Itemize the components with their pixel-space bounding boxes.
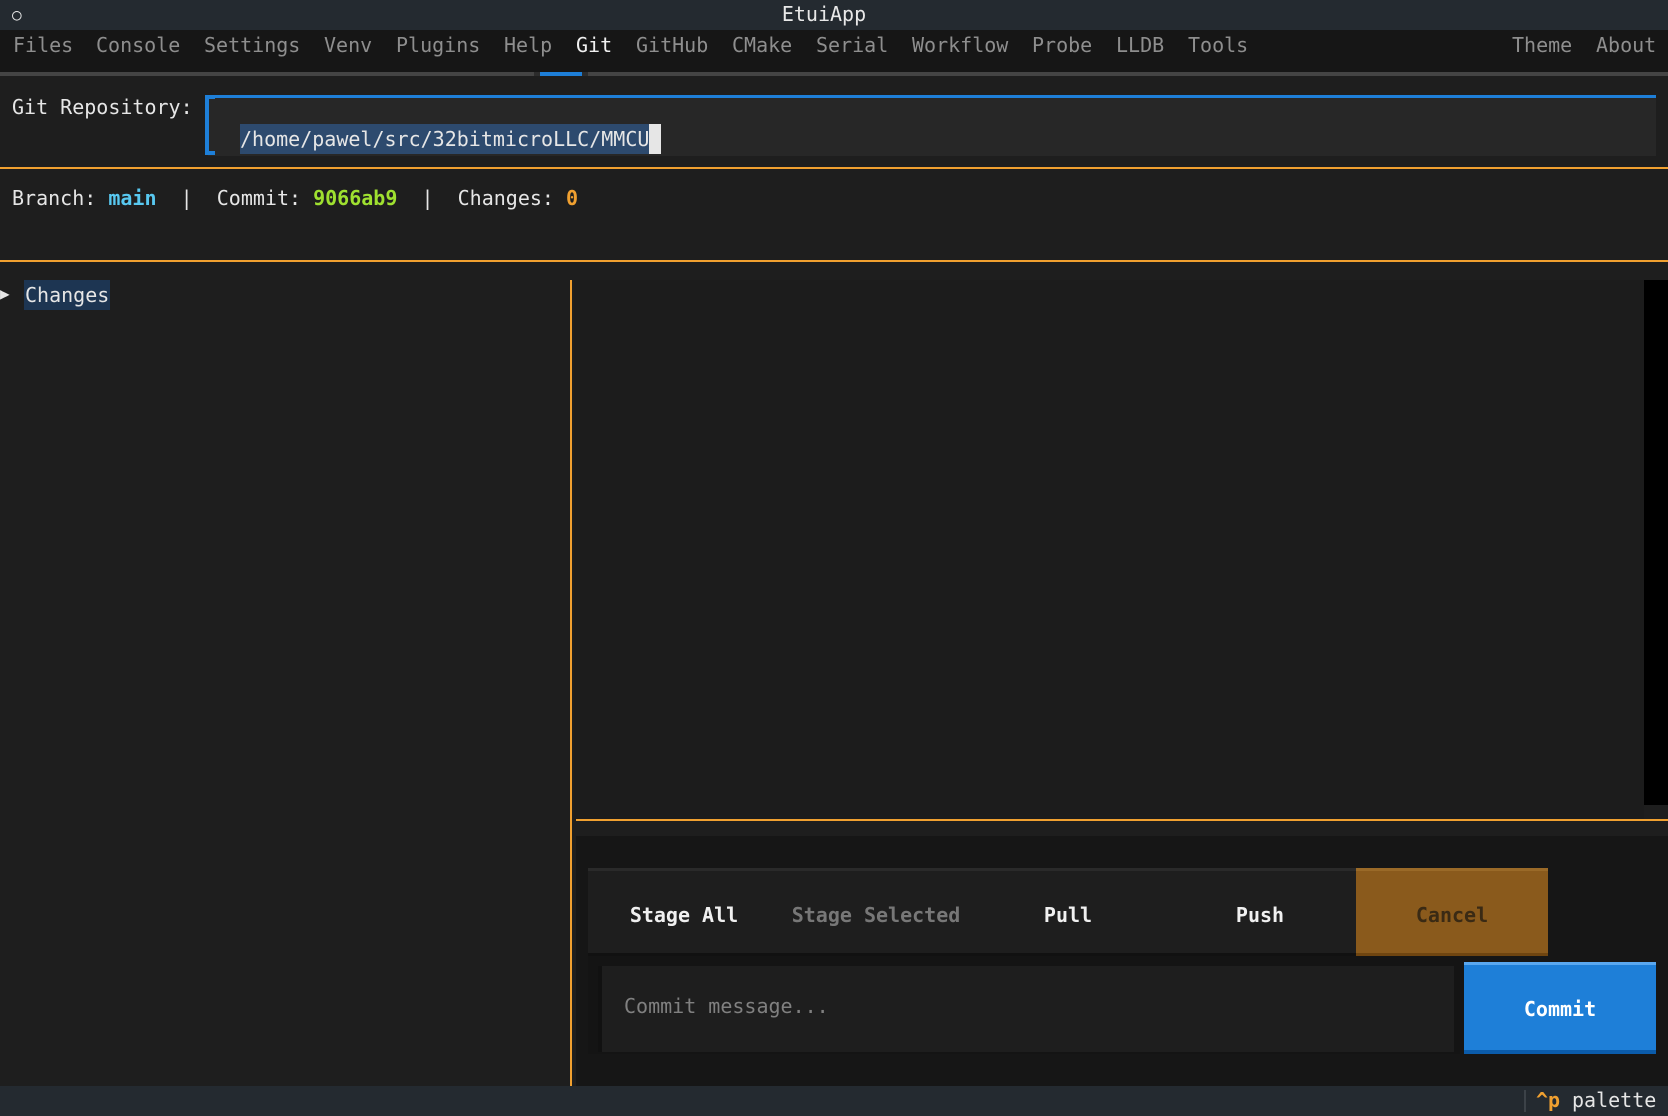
- divider-top: [0, 167, 1668, 169]
- status-separator: |: [180, 186, 193, 210]
- tab-git[interactable]: Git: [576, 33, 612, 57]
- status-separator: |: [421, 186, 434, 210]
- tab-lldb[interactable]: LLDB: [1116, 33, 1164, 57]
- tab-venv[interactable]: Venv: [324, 33, 372, 57]
- repo-path-value[interactable]: /home/pawel/src/32bitmicroLLC/MMCU: [240, 124, 650, 154]
- repo-status-line: Branch: main | Commit: 9066ab9 | Changes…: [12, 186, 578, 210]
- pull-button[interactable]: Pull: [972, 868, 1164, 956]
- active-tab-indicator: [540, 72, 582, 76]
- tab-underline-left: [0, 72, 534, 76]
- commit-message-placeholder: Commit message...: [624, 994, 829, 1018]
- tab-about[interactable]: About: [1596, 33, 1656, 57]
- commit-hash: 9066ab9: [313, 186, 398, 210]
- text-cursor: [649, 124, 661, 154]
- tab-bar: Files Console Settings Venv Plugins Help…: [0, 30, 1668, 74]
- tab-files[interactable]: Files: [13, 33, 73, 57]
- commit-label: Commit:: [216, 186, 302, 210]
- tab-help[interactable]: Help: [504, 33, 552, 57]
- repo-label: Git Repository:: [12, 95, 193, 119]
- palette-shortcut-key[interactable]: ^p: [1536, 1088, 1560, 1112]
- tab-underline: [0, 72, 1668, 76]
- tab-underline-right: [588, 72, 1668, 76]
- divider-middle: [0, 260, 1668, 262]
- tab-github[interactable]: GitHub: [636, 33, 708, 57]
- tab-theme[interactable]: Theme: [1512, 33, 1572, 57]
- commit-button[interactable]: Commit: [1464, 962, 1656, 1054]
- cancel-button[interactable]: Cancel: [1356, 868, 1548, 956]
- tab-cmake[interactable]: CMake: [732, 33, 792, 57]
- branch-value: main: [108, 186, 157, 210]
- tab-serial[interactable]: Serial: [816, 33, 888, 57]
- branch-label: Branch:: [12, 186, 97, 210]
- push-button[interactable]: Push: [1164, 868, 1356, 956]
- vertical-splitter[interactable]: [570, 280, 572, 1086]
- stage-all-button[interactable]: Stage All: [588, 868, 780, 956]
- palette-label[interactable]: palette: [1572, 1088, 1656, 1112]
- expand-arrow-icon[interactable]: ▶: [0, 284, 10, 303]
- title-bar: ○ EtuiApp: [0, 0, 1668, 30]
- tree-node-changes[interactable]: Changes: [24, 280, 111, 310]
- tab-tools[interactable]: Tools: [1188, 33, 1248, 57]
- stage-selected-button[interactable]: Stage Selected: [780, 868, 972, 956]
- tab-console[interactable]: Console: [96, 33, 180, 57]
- footer-bar: ^p palette: [0, 1086, 1668, 1116]
- diff-scrollbar[interactable]: [1644, 280, 1668, 805]
- repo-input-focus-bracket: [205, 95, 215, 155]
- divider-diff-bottom: [576, 819, 1668, 821]
- footer-divider: [1524, 1090, 1526, 1112]
- diff-view[interactable]: [574, 280, 1644, 820]
- changes-label: Changes:: [457, 186, 554, 210]
- tab-workflow[interactable]: Workflow: [912, 33, 1008, 57]
- tab-settings[interactable]: Settings: [204, 33, 300, 57]
- tab-probe[interactable]: Probe: [1032, 33, 1092, 57]
- window-title: EtuiApp: [781, 2, 867, 26]
- changes-count: 0: [566, 186, 579, 210]
- tab-plugins[interactable]: Plugins: [396, 33, 480, 57]
